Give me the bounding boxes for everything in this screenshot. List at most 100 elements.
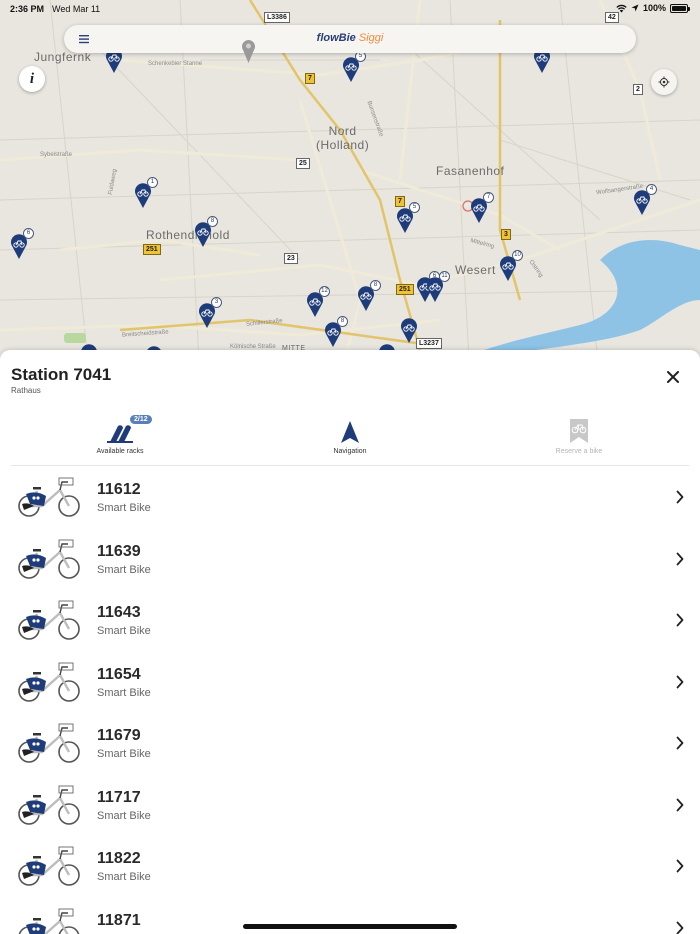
road-badge: L3237 (416, 338, 442, 349)
station-pin-icon[interactable]: 5 (396, 202, 420, 234)
map-label-wesertor: Wesert (455, 263, 496, 277)
station-pin-icon[interactable]: 11 (426, 271, 450, 303)
nav-icon-wrap (295, 416, 405, 444)
locate-me-button[interactable] (651, 69, 677, 95)
bike-list: 11612 Smart Bike 11639 Smart Bike 11643 Smart… (0, 466, 700, 934)
bike-id: 11871 (97, 911, 141, 929)
chevron-right-icon (676, 490, 684, 504)
bike-id: 11717 (97, 788, 141, 806)
bike-list-item[interactable]: 11643 Smart Bike (0, 589, 700, 651)
battery-icon (670, 3, 690, 13)
road-badge: 23 (284, 253, 298, 264)
street-label: Schenkebier Stanne (148, 61, 203, 67)
available-racks-button[interactable]: 2/12 Available racks (65, 414, 175, 455)
station-pin-icon[interactable]: 5 (342, 51, 366, 83)
station-pin-icon[interactable] (400, 318, 418, 344)
map-view[interactable]: Nord (Holland) Fasanenhof Rothenditmold … (0, 0, 700, 380)
station-subtitle: Rathaus (11, 386, 41, 395)
road-badge: 7 (395, 196, 405, 207)
bike-type: Smart Bike (97, 563, 151, 576)
bike-id: 11822 (97, 850, 141, 867)
reserve-bike-label: Reserve a bike (555, 448, 603, 455)
station-pin-icon[interactable]: 6 (10, 228, 34, 260)
info-button[interactable]: i (19, 66, 45, 92)
bike-list-item[interactable]: 11822 Smart Bike (0, 835, 700, 897)
bike-list-item[interactable]: 11679 Smart Bike (0, 712, 700, 774)
bike-type: Smart Bike (97, 809, 151, 822)
navigation-button[interactable]: Navigation (295, 416, 405, 455)
top-bar: flowBie Siggi (64, 25, 636, 53)
station-pin-count: 4 (646, 184, 657, 195)
reserve-bookmark-icon (570, 419, 588, 443)
smart-bike-image (16, 599, 82, 641)
station-pin-count: 8 (337, 316, 348, 327)
reserve-icon-wrap (524, 416, 634, 444)
smart-bike-image (16, 907, 82, 934)
chevron-right-icon (676, 921, 684, 934)
station-pin-count: 11 (439, 271, 450, 282)
bike-type: Smart Bike (97, 625, 151, 637)
station-pin-icon[interactable]: 1 (134, 177, 158, 209)
station-detail-sheet: Station 7041 Rathaus 2/12 Available rack… (0, 350, 700, 934)
close-button[interactable] (662, 366, 684, 388)
road-badge: 251 (143, 244, 161, 255)
chevron-right-icon (676, 798, 684, 812)
status-time: 2:36 PM (10, 4, 45, 14)
smart-bike-image (16, 661, 82, 703)
available-racks-label: Available racks (96, 448, 144, 455)
bike-type: Smart Bike (97, 748, 151, 760)
status-right: 100% (616, 3, 690, 13)
station-pin-count: 7 (483, 192, 494, 203)
station-pin-count: 8 (370, 280, 381, 291)
station-pin-icon[interactable]: 8 (194, 216, 218, 248)
wifi-icon (616, 4, 627, 12)
station-pin-count: 5 (409, 202, 420, 213)
road-badge: 7 (305, 73, 315, 84)
smart-bike-image (16, 845, 82, 887)
station-pin-count: 10 (512, 250, 523, 261)
station-pin-icon[interactable]: 3 (198, 297, 222, 329)
racks-count-badge: 2/12 (129, 414, 153, 425)
station-pin-icon[interactable]: 8 (324, 316, 348, 348)
map-label-fasanenhof: Fasanenhof (436, 164, 505, 178)
bike-list-item[interactable]: 11717 Smart Bike (0, 774, 700, 836)
station-pin-count: 8 (207, 216, 218, 227)
bike-id: 11612 (97, 481, 141, 498)
bike-list-item[interactable]: 11639 Smart Bike (0, 528, 700, 590)
brand-city: Siggi (358, 32, 384, 44)
road-badge: 251 (396, 284, 414, 295)
navigation-label: Navigation (333, 448, 367, 455)
road-badge: 3 (501, 229, 511, 240)
bike-id: 11654 (97, 665, 141, 683)
station-pin-icon[interactable]: 7 (470, 192, 494, 224)
station-pin-icon[interactable]: 12 (306, 286, 330, 318)
chevron-right-icon (676, 859, 684, 873)
station-pin-count: 1 (147, 177, 158, 188)
reserve-bike-button[interactable]: Reserve a bike (524, 416, 634, 455)
smart-bike-image (16, 538, 82, 580)
app-brand: flowBie Siggi (64, 32, 636, 44)
station-pin-icon[interactable]: 8 (357, 280, 381, 312)
station-pin-icon[interactable]: 4 (633, 184, 657, 216)
bike-list-item[interactable]: 11654 Smart Bike (0, 651, 700, 713)
smart-bike-image (16, 476, 82, 518)
road-badge: 2 (633, 84, 643, 95)
chevron-right-icon (676, 675, 684, 689)
bike-type: Smart Bike (97, 502, 151, 514)
street-label: Sybelstraße (40, 152, 73, 158)
station-pin-icon[interactable]: 10 (499, 250, 523, 282)
bike-id: 11643 (97, 604, 141, 621)
battery-percent: 100% (642, 3, 666, 13)
bike-type: Smart Bike (97, 871, 151, 883)
navigation-arrow-icon (341, 421, 359, 443)
location-arrow-icon (631, 4, 639, 12)
crosshair-icon (658, 76, 670, 88)
bike-list-item[interactable]: 11612 Smart Bike (0, 466, 700, 528)
station-pin-count: 3 (211, 297, 222, 308)
bike-id: 11679 (97, 727, 141, 744)
status-bar: 2:36 PM Wed Mar 11 100% (0, 0, 700, 18)
station-title: Station 7041 (11, 365, 112, 384)
rack-icon-wrap: 2/12 (65, 414, 175, 444)
chevron-right-icon (676, 613, 684, 627)
smart-bike-image (16, 722, 82, 764)
